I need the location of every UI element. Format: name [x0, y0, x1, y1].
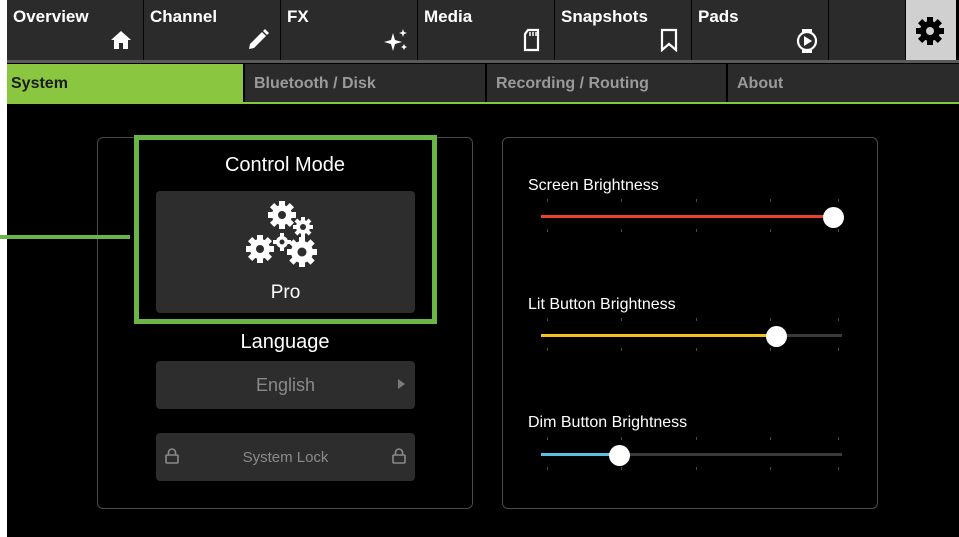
tab-snapshots-label: Snapshots	[561, 7, 648, 26]
slider-tick	[696, 348, 697, 351]
slider-tick	[621, 199, 622, 202]
tab-channel-label: Channel	[150, 7, 218, 26]
slider-tick	[770, 199, 771, 202]
tab-pads[interactable]: Pads	[692, 0, 829, 60]
sparkle-icon	[383, 28, 407, 52]
slider-tick	[621, 229, 622, 232]
slider-tick	[838, 318, 839, 321]
slider-tick	[770, 437, 771, 440]
slider-tick	[696, 467, 697, 470]
lit-button-brightness-slider[interactable]	[541, 318, 842, 352]
chevron-right-icon	[398, 379, 405, 389]
mixer-screen: Overview Channel FX Media Snapshots Pads…	[7, 0, 959, 537]
slider-tick	[838, 467, 839, 470]
screen-brightness-slider[interactable]	[541, 199, 844, 233]
nav-divider	[7, 60, 959, 63]
subtab-about[interactable]: About	[728, 64, 959, 103]
slider-knob[interactable]	[609, 445, 630, 466]
home-icon	[109, 28, 133, 52]
subtab-recording-routing-label: Recording / Routing	[496, 75, 649, 92]
slider-ticks	[541, 348, 842, 352]
slider-tick	[838, 348, 839, 351]
tab-media[interactable]: Media	[418, 0, 555, 60]
subtab-recording-routing[interactable]: Recording / Routing	[487, 64, 728, 103]
pencil-icon	[246, 28, 270, 52]
slider-tick	[770, 318, 771, 321]
subtab-bluetooth-disk-label: Bluetooth / Disk	[254, 75, 376, 92]
slider-knob[interactable]	[766, 326, 787, 347]
subtab-bluetooth-disk[interactable]: Bluetooth / Disk	[245, 64, 487, 103]
tab-pads-label: Pads	[698, 7, 739, 26]
language-selector[interactable]: English	[156, 361, 415, 409]
subtab-system[interactable]: System	[7, 64, 245, 103]
slider-tick	[696, 199, 697, 202]
slider-tick	[547, 348, 548, 351]
slider-tick	[621, 348, 622, 351]
slider-tick	[547, 229, 548, 232]
slider-tick	[770, 348, 771, 351]
bookmark-icon	[657, 28, 681, 53]
control-mode-highlight	[134, 135, 437, 324]
slider-tick	[838, 229, 839, 232]
system-lock-button[interactable]: System Lock	[156, 433, 415, 481]
slider-ticks	[541, 318, 842, 322]
tab-overview-label: Overview	[13, 7, 89, 26]
pad-play-icon	[794, 28, 818, 53]
language-title: Language	[240, 331, 330, 353]
slider-tick	[838, 199, 839, 202]
dim-button-brightness-slider[interactable]	[541, 437, 842, 471]
slider-tick	[547, 437, 548, 440]
tab-media-label: Media	[424, 7, 473, 26]
tab-snapshots[interactable]: Snapshots	[555, 0, 692, 60]
slider-ticks	[541, 467, 842, 471]
slider-tick	[621, 437, 622, 440]
language-value: English	[255, 375, 316, 395]
subtab-underline	[7, 102, 959, 104]
slider-fill	[541, 215, 833, 218]
subtab-about-label: About	[737, 75, 784, 92]
nav-spacer	[829, 0, 906, 60]
callout-line	[0, 235, 130, 239]
subtab-system-label: System	[11, 75, 68, 92]
tab-fx-label: FX	[287, 7, 309, 26]
system-lock-label: System Lock	[242, 449, 329, 466]
slider-tick	[696, 318, 697, 321]
lit-button-brightness-label: Lit Button Brightness	[528, 296, 676, 313]
tab-fx[interactable]: FX	[281, 0, 418, 60]
slider-tick	[838, 437, 839, 440]
tab-settings[interactable]	[906, 0, 956, 60]
tab-overview[interactable]: Overview	[7, 0, 144, 60]
slider-tick	[547, 467, 548, 470]
gear-icon	[915, 16, 945, 46]
slider-tick	[547, 318, 548, 321]
slider-tick	[621, 318, 622, 321]
lock-icon	[392, 448, 406, 464]
slider-tick	[696, 437, 697, 440]
dim-button-brightness-label: Dim Button Brightness	[528, 414, 688, 431]
slider-knob[interactable]	[823, 207, 844, 228]
slider-fill	[541, 334, 776, 337]
slider-tick	[547, 199, 548, 202]
sd-card-icon	[520, 28, 544, 52]
slider-ticks	[541, 437, 842, 441]
screen-brightness-label: Screen Brightness	[528, 177, 659, 194]
slider-ticks	[541, 229, 842, 233]
slider-tick	[770, 467, 771, 470]
tab-channel[interactable]: Channel	[144, 0, 281, 60]
top-navigation: Overview Channel FX Media Snapshots Pads	[7, 0, 959, 62]
slider-tick	[621, 467, 622, 470]
slider-ticks	[541, 199, 842, 203]
slider-tick	[770, 229, 771, 232]
settings-subtabs: System Bluetooth / Disk Recording / Rout…	[7, 64, 959, 104]
slider-tick	[696, 229, 697, 232]
slider-fill	[541, 453, 619, 456]
